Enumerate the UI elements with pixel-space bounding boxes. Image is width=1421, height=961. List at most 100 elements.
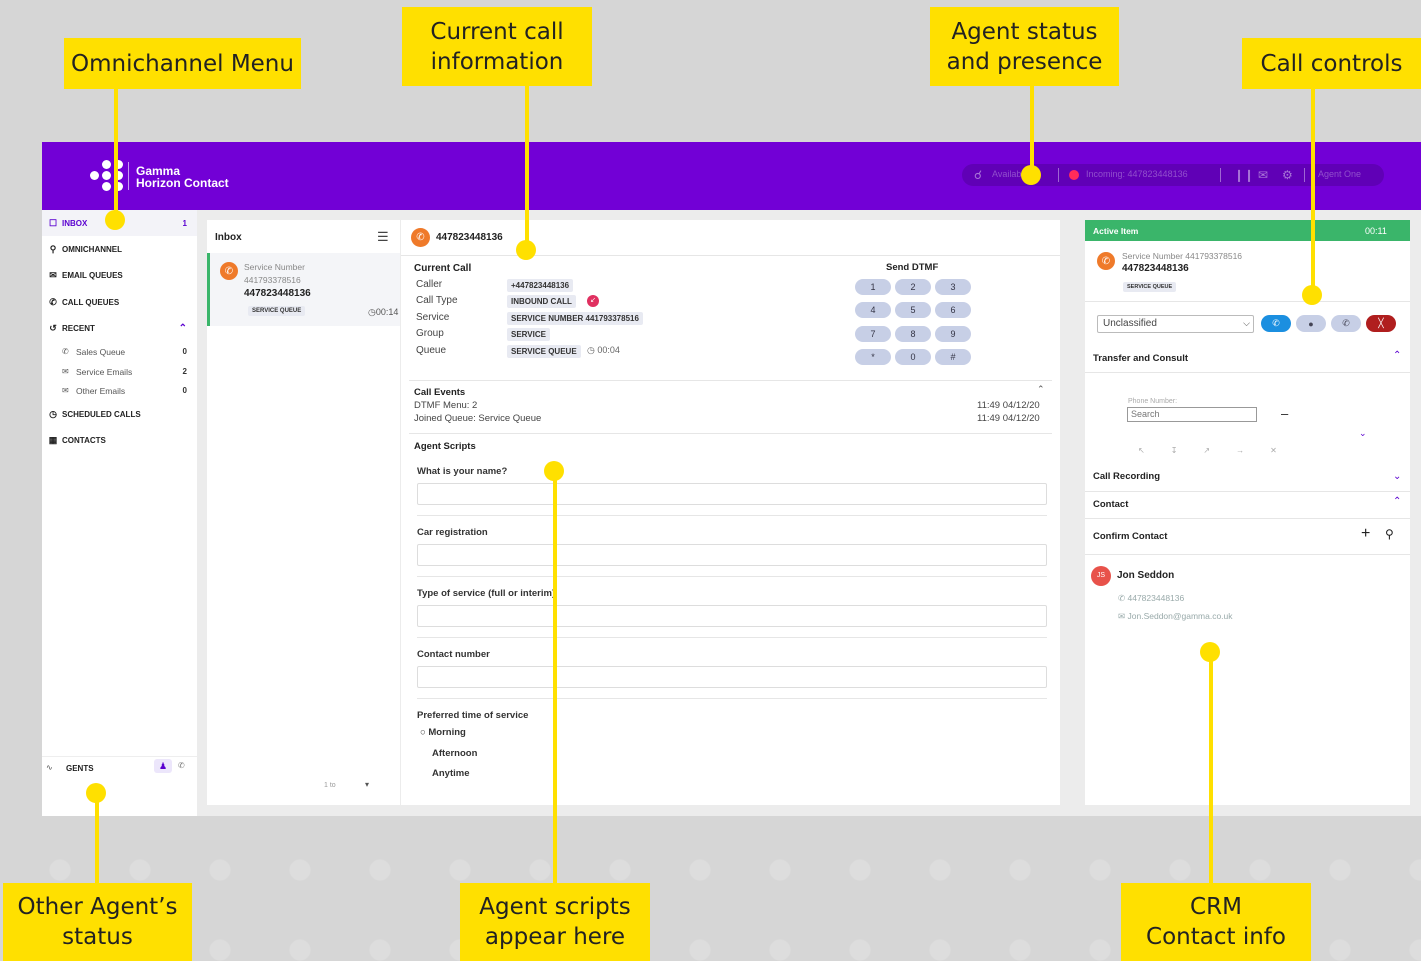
headset-icon[interactable]: ☌	[974, 168, 982, 182]
queue-value: SERVICE QUEUE	[507, 345, 581, 358]
call-header-number: 447823448136	[436, 232, 503, 243]
recent-item[interactable]: ✉ Other Emails 0	[42, 381, 197, 400]
add-contact-icon[interactable]: +	[1361, 525, 1370, 543]
pause-icon[interactable]: ❙❙	[1234, 168, 1254, 182]
event-text: Joined Queue: Service Queue	[414, 413, 542, 424]
classification-select[interactable]: Unclassified ⌵	[1097, 315, 1254, 333]
dtmf-key[interactable]: 4	[855, 302, 891, 318]
active-service-number: Service Number 441793378516	[1122, 251, 1243, 261]
callout-agent-scripts: Agent scripts appear here	[460, 883, 650, 961]
chevron-up-icon[interactable]: ⌃	[1393, 496, 1401, 507]
recent-item[interactable]: ✉ Service Emails 2	[42, 362, 197, 381]
recent-label: Sales Queue	[76, 346, 126, 357]
gamma-logo-icon	[90, 160, 124, 192]
chat-icon[interactable]: ✉	[1258, 168, 1268, 182]
nav-email-queues[interactable]: ✉ EMAIL QUEUES	[42, 262, 197, 288]
chevron-down-icon[interactable]: ⌄	[1359, 428, 1367, 439]
radio-option[interactable]: ○ Morning	[420, 727, 466, 738]
dtmf-key[interactable]: 7	[855, 326, 891, 342]
filter-icon[interactable]: ☰	[377, 229, 389, 245]
top-bar: Gamma Horizon Contact ☌ Available Incomi…	[42, 142, 1421, 210]
service-label: Service	[416, 312, 450, 323]
logo-divider	[128, 162, 129, 190]
agents-label[interactable]: GENTS	[66, 764, 94, 773]
radio-label: Morning	[428, 727, 466, 738]
radio-option[interactable]: Anytime	[432, 768, 469, 779]
divider	[409, 433, 1052, 434]
contacts-icon: ▦	[48, 434, 58, 445]
nav-omnichannel[interactable]: ⚲ OMNICHANNEL	[42, 236, 197, 262]
divider	[417, 637, 1047, 638]
collapse-icon[interactable]: ⌃	[1037, 384, 1045, 395]
dtmf-key[interactable]: 1	[855, 279, 891, 295]
inbox-title: Inbox	[215, 232, 242, 243]
inbox-panel: Inbox ☰ ✆ Service Number 441793378516 44…	[207, 220, 400, 805]
transfer-search-input[interactable]: Search	[1127, 407, 1257, 422]
email-icon: ✉	[62, 386, 69, 395]
call-controls: ✆ ● ✆ ╳	[1261, 315, 1406, 332]
contact-email[interactable]: ✉ Jon.Seddon@gamma.co.uk	[1118, 611, 1233, 622]
caller-number: 447823448136	[244, 288, 311, 299]
dtmf-key[interactable]: #	[935, 349, 971, 365]
dtmf-key[interactable]: 9	[935, 326, 971, 342]
settings-icon[interactable]: ⚙	[1282, 168, 1293, 182]
chevron-down-icon[interactable]: ⌄	[1393, 471, 1401, 482]
recent-item[interactable]: ✆ Sales Queue 0	[42, 342, 197, 361]
dtmf-key[interactable]: *	[855, 349, 891, 365]
agent-profile-text[interactable]: Agent One	[1318, 169, 1361, 179]
script-answer-input[interactable]	[417, 483, 1047, 505]
dtmf-key[interactable]: 3	[935, 279, 971, 295]
dtmf-key[interactable]: 8	[895, 326, 931, 342]
agent-scripts-title: Agent Scripts	[414, 441, 476, 452]
dtmf-key[interactable]: 2	[895, 279, 931, 295]
omnichannel-icon: ⚲	[49, 243, 57, 254]
active-item-header: Active Item 00:11	[1085, 220, 1410, 241]
inbox-list-item[interactable]: ✆ Service Number 441793378516 4478234481…	[207, 253, 400, 326]
call-type-value: INBOUND CALL	[507, 295, 576, 308]
phone-icon[interactable]: ✆	[178, 761, 185, 770]
chevron-down-icon: ⌵	[1243, 318, 1250, 328]
nav-label: OMNICHANNEL	[62, 244, 122, 254]
hold-button[interactable]: ✆	[1331, 315, 1361, 332]
dtmf-key[interactable]: 5	[895, 302, 931, 318]
callout-dot	[544, 461, 564, 481]
service-value: SERVICE NUMBER 441793378516	[507, 312, 643, 325]
active-queue-tag: SERVICE QUEUE	[1123, 282, 1177, 292]
minus-icon[interactable]: –	[1281, 406, 1288, 421]
divider	[1085, 491, 1410, 492]
transfer-actions[interactable]: ↖↧↗→✕	[1138, 446, 1303, 455]
nav-recent[interactable]: ↺ RECENT ⌃	[42, 315, 197, 341]
queue-timer-value: 00:04	[597, 345, 620, 355]
chevron-up-icon[interactable]: ⌃	[179, 323, 187, 334]
script-answer-input[interactable]	[417, 544, 1047, 566]
chevron-down-icon[interactable]: ▾	[365, 780, 369, 789]
nav-call-queues[interactable]: ✆ CALL QUEUES	[42, 289, 197, 315]
script-answer-input[interactable]	[417, 605, 1047, 627]
contact-phone[interactable]: ✆ 447823448136	[1118, 593, 1184, 604]
mute-button[interactable]: ●	[1296, 315, 1326, 332]
nav-scheduled-calls[interactable]: ◷ SCHEDULED CALLS	[42, 401, 197, 427]
status-divider	[1058, 168, 1059, 182]
nav-contacts[interactable]: ▦ CONTACTS	[42, 427, 197, 453]
call-recording-title[interactable]: Call Recording	[1093, 471, 1160, 482]
hangup-button[interactable]: ╳	[1366, 315, 1396, 332]
chevron-up-icon[interactable]: ⌃	[1393, 350, 1401, 361]
script-answer-input[interactable]	[417, 666, 1047, 688]
transfer-call-button[interactable]: ✆	[1261, 315, 1291, 332]
callout-line	[114, 88, 118, 218]
dtmf-key[interactable]: 6	[935, 302, 971, 318]
phone-icon: ✆	[220, 262, 238, 280]
search-icon[interactable]: ⚲	[1385, 527, 1394, 541]
dtmf-key[interactable]: 0	[895, 349, 931, 365]
call-type-label: Call Type	[416, 295, 458, 306]
queue-label: Queue	[416, 345, 447, 356]
contact-name[interactable]: Jon Seddon	[1117, 570, 1174, 581]
group-value: SERVICE	[507, 328, 550, 341]
active-item-panel: Active Item 00:11 ✆ Service Number 44179…	[1085, 220, 1410, 805]
agents-group-icon[interactable]: ♟	[154, 759, 172, 773]
app-window: Gamma Horizon Contact ☌ Available Incomi…	[42, 142, 1421, 816]
radio-option[interactable]: Afternoon	[432, 748, 477, 759]
phone-icon: ✆	[49, 296, 57, 307]
contact-phone-value: 447823448136	[1127, 593, 1185, 603]
event-text: DTMF Menu: 2	[414, 400, 478, 411]
